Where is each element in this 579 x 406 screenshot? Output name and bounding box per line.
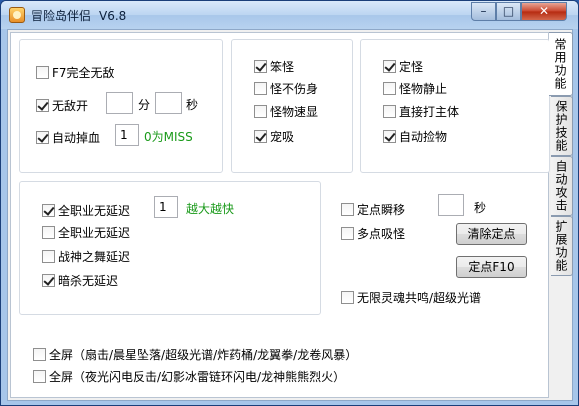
group4-item-1-box[interactable] [42,226,55,239]
group3-item-3-label: 自动捡物 [399,130,448,144]
group4-item-0-box[interactable] [42,204,55,217]
speed-hint-label: 越大越快 [186,202,235,216]
group3-item-3[interactable]: 自动捡物 [383,128,447,145]
teleport-seconds-input[interactable] [438,194,464,216]
fullscreen-1-checkbox[interactable]: 全屏（扇击/晨星坠落/超级光谱/炸药桶/龙翼拳/龙卷风暴） [33,346,357,363]
tab-extension[interactable]: 扩展功能 [551,216,573,276]
tab-protect[interactable]: 保护技能 [551,96,573,156]
fullscreen-2-box[interactable] [33,370,46,383]
group2-item-3-label: 宠吸 [270,130,295,144]
invincible-minutes-input[interactable] [106,92,133,114]
group4-item-1[interactable]: 全职业无延迟 [42,224,130,241]
f7-invincible-checkbox[interactable]: F7完全无敌 [36,64,115,81]
f7-invincible-box[interactable] [36,66,49,79]
tab-panel-common: F7完全无敌 无敌开 分 秒 自动掉血 1 0为MISS 笨怪 怪不伤身 怪物速… [10,32,550,398]
speed-input[interactable]: 1 [154,196,178,218]
miss-hint-label: 0为MISS [144,130,193,144]
invincible-on-checkbox[interactable]: 无敌开 [36,97,88,114]
group2-item-2-box[interactable] [254,105,267,118]
group2-item-3[interactable]: 宠吸 [254,128,294,145]
teleport-seconds-unit: 秒 [474,201,487,215]
group3-item-2-label: 直接打主体 [399,105,460,119]
minimize-button[interactable]: – [471,2,496,21]
group-monster: 笨怪 怪不伤身 怪物速显 宠吸 [231,39,353,173]
tab-auto-attack[interactable]: 自动攻击 [551,156,573,216]
title-bar[interactable]: 冒险岛伴侣 V6.8 – □ ✕ [1,1,578,29]
group-delay: 全职业无延迟 全职业无延迟 战神之舞延迟 暗杀无延迟 1 越大越快 [19,181,321,315]
auto-drop-hp-box[interactable] [36,131,49,144]
group4-item-3-box[interactable] [42,274,55,287]
group2-item-1[interactable]: 怪不伤身 [254,80,318,97]
group2-item-1-label: 怪不伤身 [270,82,319,96]
auto-drop-hp-checkbox[interactable]: 自动掉血 [36,129,100,146]
f7-invincible-label: F7完全无敌 [52,66,115,80]
minutes-unit-label: 分 [138,98,151,112]
multi-suck-checkbox[interactable]: 多点吸怪 [341,225,405,242]
app-window: 冒险岛伴侣 V6.8 – □ ✕ F7完全无敌 无敌开 分 秒 自动掉血 1 0… [0,0,579,406]
group-invincible: F7完全无敌 无敌开 分 秒 自动掉血 1 0为MISS [19,39,223,173]
invincible-on-box[interactable] [36,99,49,112]
group2-item-3-box[interactable] [254,130,267,143]
group2-item-0-box[interactable] [254,60,267,73]
group-fixed: 定怪 怪物静止 直接打主体 自动捡物 [360,39,550,173]
teleport-checkbox[interactable]: 定点瞬移 [341,201,405,218]
teleport-box[interactable] [341,203,354,216]
set-point-button[interactable]: 定点F10 [456,256,527,278]
group2-item-0[interactable]: 笨怪 [254,58,294,75]
auto-drop-hp-input[interactable]: 1 [115,124,139,146]
app-icon [9,7,25,23]
fullscreen-1-label: 全屏（扇击/晨星坠落/超级光谱/炸药桶/龙翼拳/龙卷风暴） [49,348,358,362]
group3-item-2-box[interactable] [383,105,396,118]
group3-item-0-box[interactable] [383,60,396,73]
maximize-button[interactable]: □ [496,2,521,21]
teleport-label: 定点瞬移 [357,203,406,217]
seconds-unit-label: 秒 [186,98,199,112]
group4-item-2[interactable]: 战神之舞延迟 [42,248,130,265]
group2-item-2[interactable]: 怪物速显 [254,103,318,120]
soul-resonance-box[interactable] [341,291,354,304]
group3-item-2[interactable]: 直接打主体 [383,103,459,120]
group3-item-1[interactable]: 怪物静止 [383,80,447,97]
group4-item-2-label: 战神之舞延迟 [58,250,131,264]
group4-item-3[interactable]: 暗杀无延迟 [42,272,118,289]
group4-item-0-label: 全职业无延迟 [58,204,131,218]
tab-auto-attack-label: 自动攻击 [554,160,568,212]
group3-item-1-box[interactable] [383,82,396,95]
invincible-on-label: 无敌开 [52,99,89,113]
fullscreen-2-checkbox[interactable]: 全屏（夜光闪电反击/幻影冰雷链环闪电/龙神熊熊烈火） [33,368,345,385]
soul-resonance-checkbox[interactable]: 无限灵魂共鸣/超级光谱 [341,289,481,306]
close-button[interactable]: ✕ [521,2,567,21]
window-title-name: 冒险岛伴侣 [31,9,92,23]
multi-suck-box[interactable] [341,227,354,240]
fullscreen-2-label: 全屏（夜光闪电反击/幻影冰雷链环闪电/龙神熊熊烈火） [49,370,346,384]
multi-suck-label: 多点吸怪 [357,227,406,241]
auto-drop-hp-label: 自动掉血 [52,131,101,145]
group2-item-0-label: 笨怪 [270,60,295,74]
invincible-seconds-input[interactable] [155,92,182,114]
group2-item-2-label: 怪物速显 [270,105,319,119]
group4-item-3-label: 暗杀无延迟 [58,274,119,288]
group3-item-3-box[interactable] [383,130,396,143]
window-title: 冒险岛伴侣 V6.8 [31,7,126,24]
soul-resonance-label: 无限灵魂共鸣/超级光谱 [357,291,482,305]
tab-protect-label: 保护技能 [554,100,568,152]
group2-item-1-box[interactable] [254,82,267,95]
group4-item-2-box[interactable] [42,250,55,263]
group3-item-0[interactable]: 定怪 [383,58,423,75]
group4-item-0[interactable]: 全职业无延迟 [42,202,130,219]
group3-item-0-label: 定怪 [399,60,424,74]
group4-item-1-label: 全职业无延迟 [58,226,131,240]
tab-extension-label: 扩展功能 [554,220,568,272]
clear-point-button[interactable]: 清除定点 [456,223,527,245]
tab-common[interactable]: 常用功能 [549,32,573,96]
window-version: V6.8 [99,9,127,23]
group3-item-1-label: 怪物静止 [399,82,448,96]
client-area: F7完全无敌 无敌开 分 秒 自动掉血 1 0为MISS 笨怪 怪不伤身 怪物速… [7,29,573,401]
fullscreen-1-box[interactable] [33,348,46,361]
tab-common-label: 常用功能 [553,38,567,90]
